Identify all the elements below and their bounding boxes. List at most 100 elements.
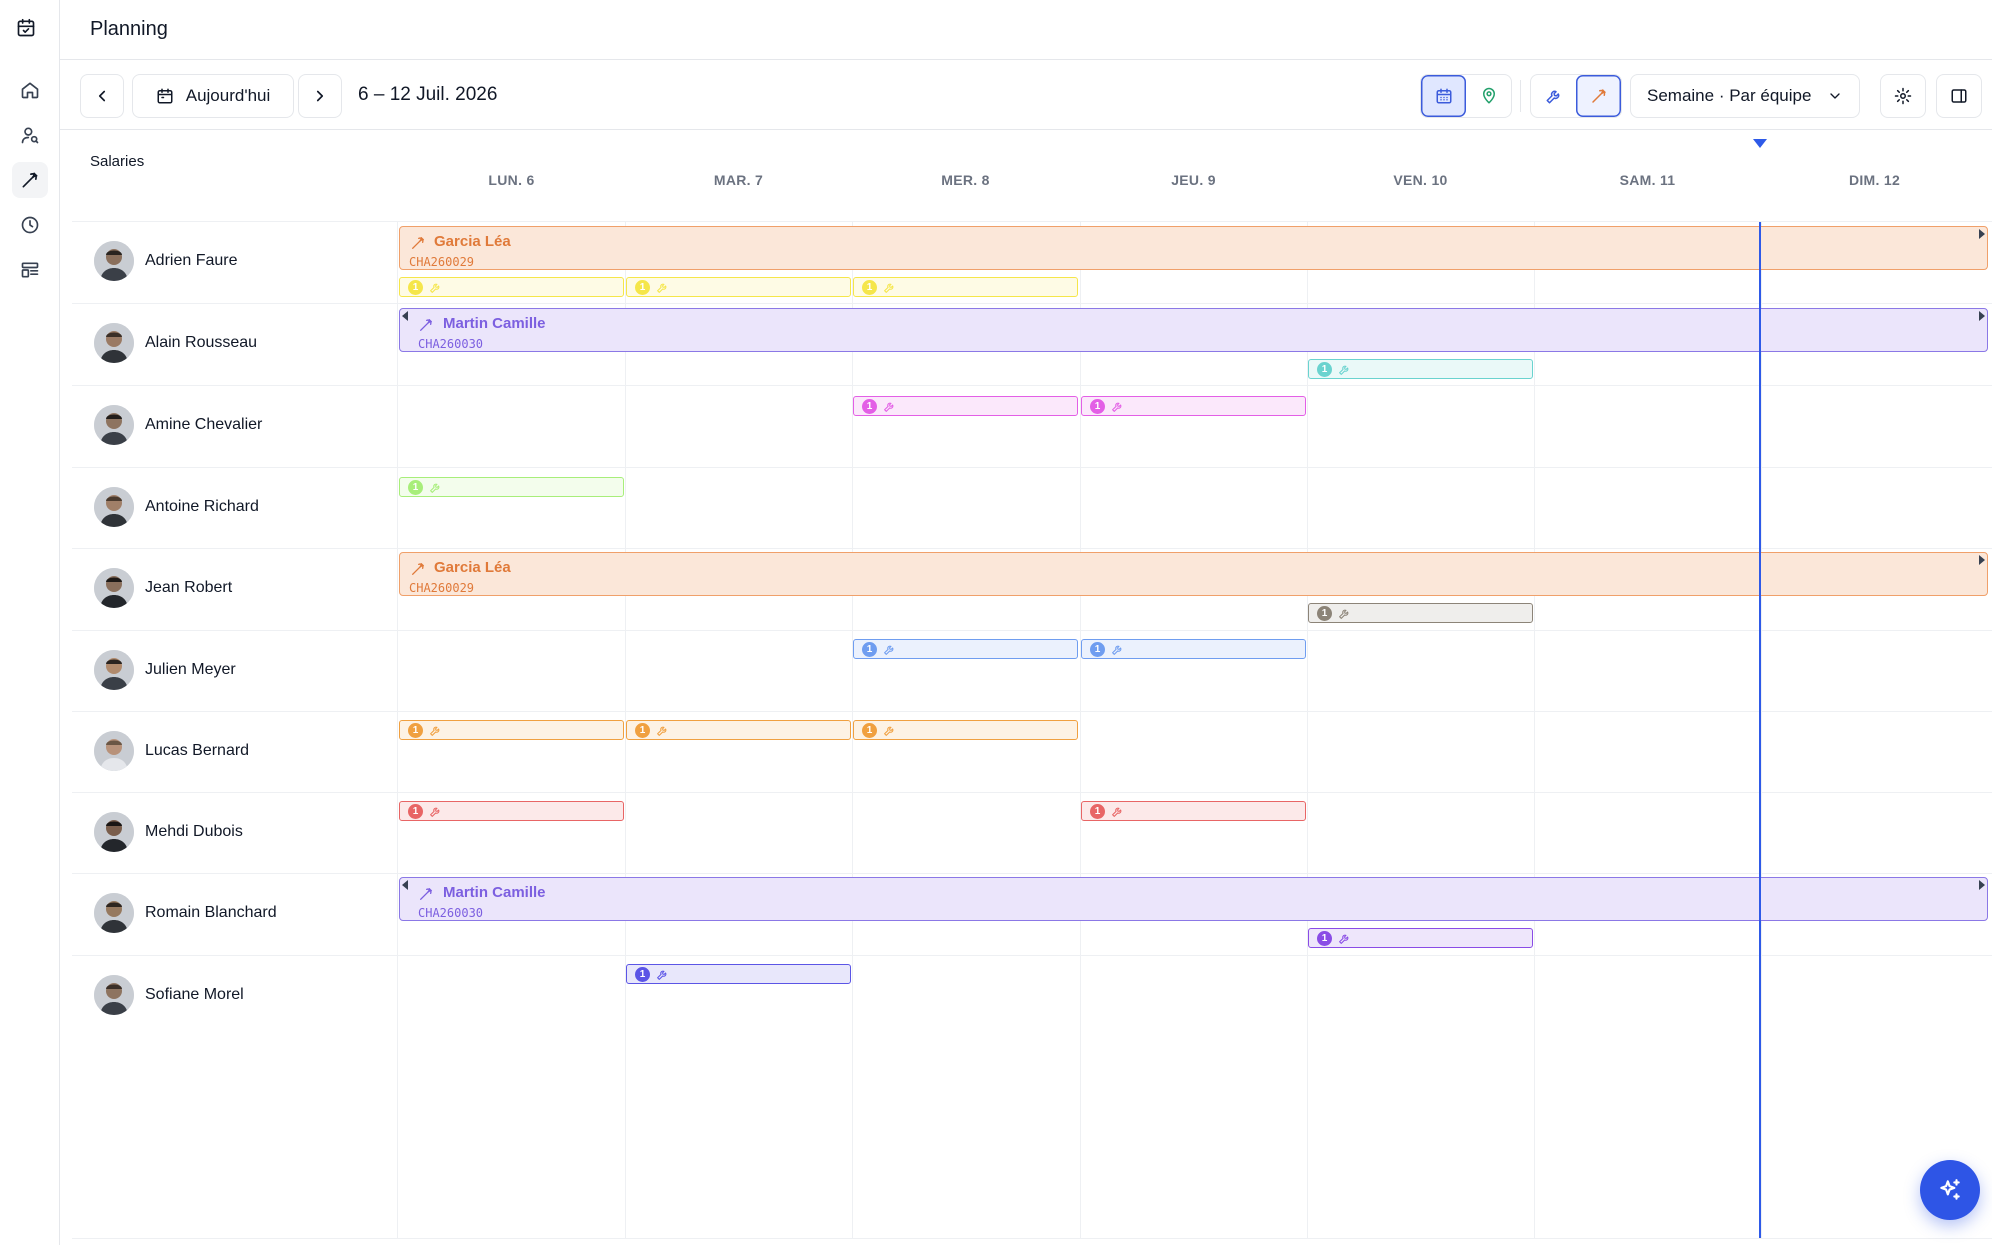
avatar — [94, 731, 134, 771]
intervention-pill[interactable]: 1 — [853, 720, 1078, 740]
employee-row-header[interactable]: Julien Meyer — [94, 650, 236, 690]
intervention-pill[interactable]: 1 — [626, 720, 851, 740]
intervention-pill[interactable]: 1 — [399, 720, 624, 740]
task-count-badge: 1 — [862, 399, 877, 414]
intervention-pill[interactable]: 1 — [399, 277, 624, 297]
pickaxe-nav-icon[interactable] — [12, 162, 48, 198]
day-header-wed: MER. 8 — [941, 172, 990, 188]
wrench-icon — [1112, 807, 1122, 817]
wrench-icon — [430, 283, 440, 293]
intervention-pill[interactable]: 1 — [1308, 603, 1533, 623]
task-count-badge: 1 — [1090, 804, 1105, 819]
task-count-badge: 1 — [408, 723, 423, 738]
employee-row-header[interactable]: Adrien Faure — [94, 241, 238, 281]
today-button[interactable]: Aujourd'hui — [132, 74, 294, 118]
ai-assistant-button[interactable] — [1920, 1160, 1980, 1220]
wrench-icon — [657, 970, 667, 980]
task-count-badge: 1 — [1090, 399, 1105, 414]
intervention-pill[interactable]: 1 — [399, 801, 624, 821]
toggle-panel-button[interactable] — [1936, 74, 1982, 118]
pickaxe-icon — [420, 319, 432, 331]
page-header: Planning — [60, 0, 1992, 60]
today-label: Aujourd'hui — [185, 86, 271, 105]
avatar — [94, 487, 134, 527]
chantier-bar[interactable]: Martin Camille CHA260030 — [399, 308, 1988, 352]
day-header-sun: DIM. 12 — [1848, 172, 1901, 188]
employee-name: Jean Robert — [145, 579, 233, 596]
avatar — [94, 405, 134, 445]
intervention-filter-button[interactable] — [1531, 75, 1576, 117]
intervention-pill[interactable]: 1 — [1081, 639, 1306, 659]
intervention-pill[interactable]: 1 — [853, 277, 1078, 297]
wrench-icon — [884, 726, 894, 736]
continues-right-icon — [1979, 229, 1985, 239]
previous-week-button[interactable] — [80, 74, 124, 118]
employee-row-header[interactable]: Antoine Richard — [94, 487, 259, 527]
task-count-badge: 1 — [408, 804, 423, 819]
employee-name: Julien Meyer — [145, 661, 236, 678]
intervention-pill[interactable]: 1 — [1081, 396, 1306, 416]
home-nav-icon[interactable] — [12, 72, 48, 108]
user-search-nav-icon[interactable] — [12, 117, 48, 153]
chevron-left-icon — [98, 90, 106, 102]
intervention-pill[interactable]: 1 — [626, 964, 851, 984]
employee-row-header[interactable]: Alain Rousseau — [94, 323, 257, 363]
chantier-client: Martin Camille — [443, 315, 546, 332]
employee-name: Mehdi Dubois — [145, 823, 243, 840]
sidebar-panel-icon — [1951, 89, 1967, 103]
day-header-fri: VEN. 10 — [1393, 172, 1448, 188]
continues-right-icon — [1979, 880, 1985, 890]
calendar-view-button[interactable] — [1421, 75, 1466, 117]
intervention-pill[interactable]: 1 — [626, 277, 851, 297]
settings-button[interactable] — [1880, 74, 1926, 118]
employee-name: Amine Chevalier — [145, 416, 263, 433]
row-divider — [72, 1238, 1992, 1239]
clock-nav-icon[interactable] — [12, 207, 48, 243]
pickaxe-icon — [412, 563, 424, 575]
layout-nav-icon[interactable] — [12, 252, 48, 288]
chantier-filter-button[interactable] — [1576, 75, 1621, 117]
chantier-code: CHA260030 — [418, 337, 484, 351]
pickaxe-icon — [412, 237, 424, 249]
employee-row-header[interactable]: Lucas Bernard — [94, 731, 249, 771]
employee-name: Romain Blanchard — [145, 904, 277, 921]
employee-row-header[interactable]: Romain Blanchard — [94, 893, 277, 933]
wrench-icon — [430, 807, 440, 817]
employee-row-header[interactable]: Mehdi Dubois — [94, 812, 243, 852]
day-header-thu: JEU. 9 — [1171, 172, 1216, 188]
chantier-code: CHA260029 — [409, 581, 475, 595]
wrench-icon — [657, 726, 667, 736]
view-select[interactable]: Semaine · Par équipe — [1630, 74, 1860, 118]
row-divider — [72, 548, 1992, 549]
intervention-pill[interactable]: 1 — [853, 639, 1078, 659]
chevron-right-icon — [316, 90, 324, 102]
gear-icon — [1894, 87, 1912, 105]
wrench-icon — [430, 726, 440, 736]
employee-row-header[interactable]: Sofiane Morel — [94, 975, 244, 1015]
next-week-button[interactable] — [298, 74, 342, 118]
intervention-pill[interactable]: 1 — [399, 477, 624, 497]
employee-row-header[interactable]: Amine Chevalier — [94, 405, 262, 445]
type-filter-toggle — [1530, 74, 1622, 118]
task-count-badge: 1 — [635, 280, 650, 295]
intervention-pill[interactable]: 1 — [1081, 801, 1306, 821]
wrench-icon — [884, 283, 894, 293]
chevron-down-icon — [1830, 93, 1840, 99]
task-count-badge: 1 — [635, 967, 650, 982]
left-rail — [0, 0, 60, 1245]
avatar — [94, 241, 134, 281]
chantier-client: Garcia Léa — [434, 233, 511, 250]
intervention-pill[interactable]: 1 — [1308, 359, 1533, 379]
chantier-bar[interactable]: Garcia Léa CHA260029 — [399, 552, 1988, 596]
continues-left-icon — [402, 311, 408, 321]
task-count-badge: 1 — [1090, 642, 1105, 657]
chantier-bar[interactable]: Martin Camille CHA260030 — [399, 877, 1988, 921]
employee-row-header[interactable]: Jean Robert — [94, 568, 232, 608]
wrench-icon — [430, 483, 440, 493]
map-view-button[interactable] — [1466, 75, 1511, 117]
column-divider — [1534, 222, 1535, 1238]
chantier-bar[interactable]: Garcia Léa CHA260029 — [399, 226, 1988, 270]
intervention-pill[interactable]: 1 — [853, 396, 1078, 416]
intervention-pill[interactable]: 1 — [1308, 928, 1533, 948]
row-divider — [72, 955, 1992, 956]
